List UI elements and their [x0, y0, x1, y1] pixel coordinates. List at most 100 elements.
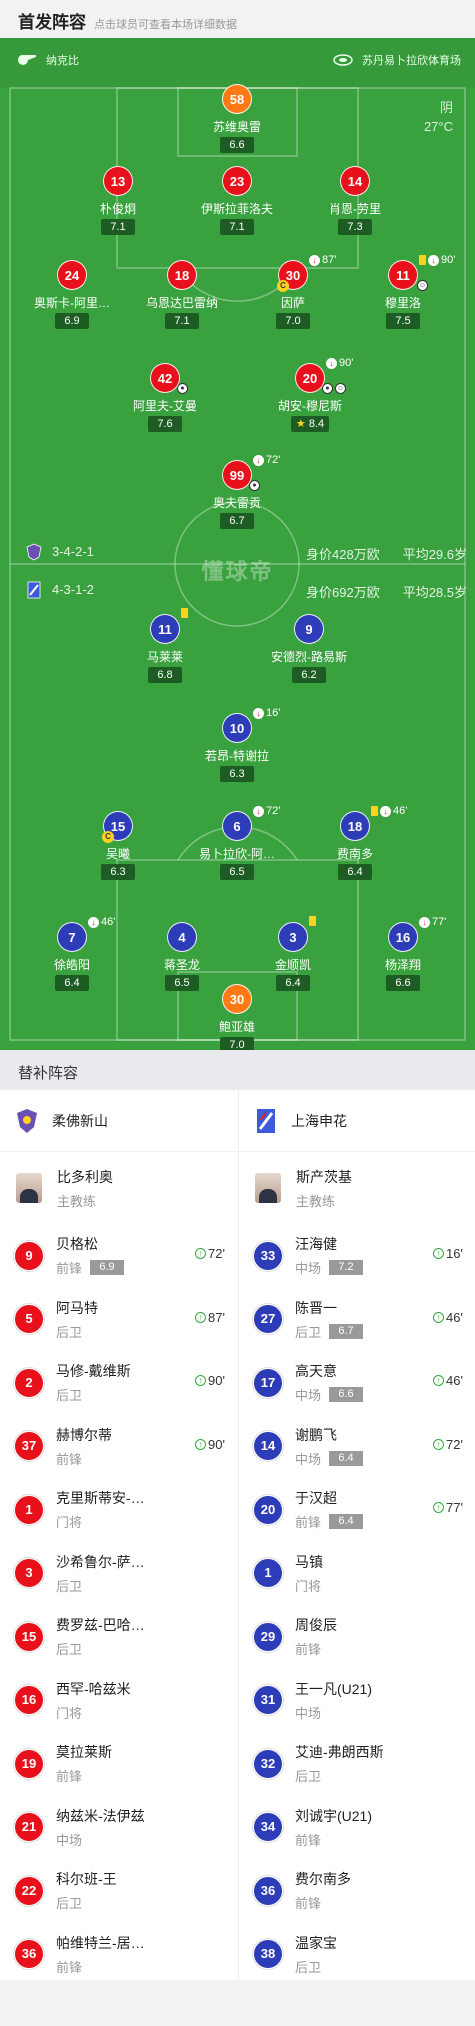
- sub-player-row[interactable]: 14 谢鹏飞 中场 6.4 ↑ 72': [239, 1415, 475, 1479]
- sub-player-number: 21: [14, 1812, 44, 1843]
- sub-in-minute: 72': [208, 1246, 225, 1261]
- sub-player-row[interactable]: 15 费罗兹-巴哈… 后卫: [0, 1605, 237, 1669]
- sub-player-position: 后卫: [295, 1324, 322, 1340]
- rating-value: 7.1: [174, 315, 190, 327]
- player-event: ↓ 90': [419, 254, 455, 266]
- stadium-icon: [333, 54, 353, 66]
- event-minute: 87': [322, 254, 337, 266]
- sub-player-row[interactable]: 37 赫博尔蒂 前锋 ↑ 90': [0, 1415, 237, 1479]
- sub-player-rating: 7.2: [329, 1260, 364, 1276]
- away-subs-team[interactable]: 上海申花: [239, 1090, 475, 1152]
- away-player[interactable]: 4 蒋圣龙 6.5: [122, 922, 242, 991]
- sub-player-row[interactable]: 1 克里斯蒂安-… 门将: [0, 1478, 237, 1542]
- sub-player-row[interactable]: 29 周俊辰 前锋: [239, 1605, 475, 1669]
- sub-player-row[interactable]: 2 马修-戴维斯 后卫 ↑ 90': [0, 1351, 237, 1415]
- sub-in-minute: 46': [446, 1373, 463, 1388]
- sub-player-row[interactable]: 3 沙希鲁尔-萨… 后卫: [0, 1542, 237, 1606]
- player-name: 易卜拉欣-阿…: [199, 847, 275, 861]
- event-minute: 46': [393, 805, 408, 817]
- home-coach[interactable]: 比多利奥 主教练: [0, 1152, 237, 1224]
- sub-player-number: 27: [253, 1304, 283, 1335]
- away-player[interactable]: 16 ↓ 77' 杨泽翔 6.6: [343, 916, 463, 991]
- sub-player-name: 贝格松: [56, 1236, 98, 1253]
- home-subs-column: 柔佛新山 比多利奥 主教练 9 贝格松 前锋 6.9 ↑ 72' 5 阿马特 后卫 ↑ 87' 2 马修…: [0, 1090, 237, 1986]
- sub-player-position: 中场: [295, 1388, 322, 1404]
- away-player[interactable]: 3 金顺凯 6.4: [233, 916, 353, 991]
- home-player[interactable]: 18 乌恩达巴雷纳 7.1: [122, 260, 242, 329]
- home-player[interactable]: 99 ● ↓ 72' 奥夫雷贡 6.7: [177, 454, 297, 529]
- subs-title: 替补阵容: [0, 1050, 475, 1090]
- player-name: 安德烈-路易斯: [271, 650, 347, 664]
- sub-in-minute: 90': [208, 1436, 225, 1452]
- sub-player-row[interactable]: 36 费尔南多 前锋: [239, 1859, 475, 1923]
- home-player[interactable]: 58 苏维奥雷 6.6: [177, 84, 297, 153]
- player-event: ↓ 77': [419, 916, 446, 928]
- sub-player-row[interactable]: 27 陈晋一 后卫 6.7 ↑ 46': [239, 1288, 475, 1352]
- sub-player-row[interactable]: 38 温家宝 后卫: [239, 1923, 475, 1987]
- sub-player-rating: 6.9: [90, 1260, 125, 1276]
- sub-player-row[interactable]: 33 汪海健 中场 7.2 ↑ 16': [239, 1224, 475, 1288]
- sub-player-row[interactable]: 20 于汉超 前锋 6.4 ↑ 77': [239, 1478, 475, 1542]
- goal-ball-icon: ●: [177, 383, 188, 394]
- home-player[interactable]: 14 肖恩-劳里 7.3: [295, 166, 415, 235]
- substitution-in-icon: ↑: [433, 1502, 445, 1513]
- away-player[interactable]: 6 ↓ 72' 易卜拉欣-阿… 6.5: [177, 805, 297, 880]
- home-player[interactable]: 23 伊斯拉菲洛夫 7.1: [177, 166, 297, 235]
- sub-player-position: 前锋: [295, 1832, 322, 1848]
- sub-player-row[interactable]: 16 西罕-哈兹米 门将: [0, 1669, 237, 1733]
- player-name: 若昂-特谢拉: [205, 749, 269, 763]
- sub-player-position: 前锋: [56, 1959, 83, 1975]
- player-number: 13: [103, 166, 133, 196]
- sub-player-row[interactable]: 34 刘诚宇(U21) 前锋: [239, 1796, 475, 1860]
- away-player[interactable]: 30 鲍亚雄 7.0: [177, 984, 297, 1050]
- home-player[interactable]: 20 ● ☺ ↓ 90' 胡安-穆尼斯 ★ 8.4: [250, 357, 370, 432]
- home-player[interactable]: 24 奥斯卡-阿里… 6.9: [12, 260, 132, 329]
- yellow-card-icon: [419, 255, 426, 265]
- player-name: 阿里夫-艾曼: [133, 399, 197, 413]
- player-number: 30: [222, 984, 252, 1014]
- sub-player-row[interactable]: 17 高天意 中场 6.6 ↑ 46': [239, 1351, 475, 1415]
- player-rating: 6.6: [220, 137, 254, 153]
- coach-avatar: [16, 1173, 42, 1203]
- player-number: 16: [388, 922, 418, 952]
- whistle-icon: [17, 54, 36, 65]
- home-player[interactable]: 30 C ↓ 87' 因萨 7.0: [233, 254, 353, 329]
- sub-player-number: 17: [253, 1367, 283, 1398]
- player-event: ↓ 46': [371, 805, 407, 817]
- sub-player-position: 门将: [56, 1515, 83, 1531]
- sub-player-row[interactable]: 32 艾迪-弗朗西斯 后卫: [239, 1732, 475, 1796]
- player-number: 14: [340, 166, 370, 196]
- home-player[interactable]: 13 朴俊炯 7.1: [58, 166, 178, 235]
- player-number: 18: [167, 260, 197, 290]
- away-player[interactable]: 7 ↓ 46' 徐皓阳 6.4: [12, 916, 132, 991]
- player-rating: 6.5: [220, 864, 254, 880]
- sub-player-row[interactable]: 31 王一凡(U21) 中场: [239, 1669, 475, 1733]
- sub-player-row[interactable]: 22 科尔班-王 后卫: [0, 1859, 237, 1923]
- yellow-card-icon: [309, 916, 316, 926]
- away-player[interactable]: 11 马莱莱 6.8: [105, 608, 225, 683]
- sub-player-row[interactable]: 19 莫拉莱斯 前锋: [0, 1732, 237, 1796]
- away-player[interactable]: 15 C 吴曦 6.3: [58, 811, 178, 880]
- home-player[interactable]: 11 ☺ ↓ 90' 穆里洛 7.5: [343, 254, 463, 329]
- sub-player-name: 刘诚宇(U21): [295, 1807, 373, 1824]
- player-name: 金顺凯: [274, 958, 311, 972]
- event-minute: 72': [266, 805, 281, 817]
- sub-player-row[interactable]: 9 贝格松 前锋 6.9 ↑ 72': [0, 1224, 237, 1288]
- substitutes-panel: 柔佛新山 比多利奥 主教练 9 贝格松 前锋 6.9 ↑ 72' 5 阿马特 后卫 ↑ 87' 2 马修…: [0, 1090, 475, 1980]
- away-player[interactable]: 18 ↓ 46' 费南多 6.4: [295, 805, 415, 880]
- home-team-summary: 3-4-2-1 身价428万欧 平均29.6岁: [0, 541, 475, 563]
- event-minute: 72': [266, 454, 281, 466]
- away-player[interactable]: 9 安德烈-路易斯 6.2: [249, 614, 369, 683]
- sub-player-row[interactable]: 5 阿马特 后卫 ↑ 87': [0, 1288, 237, 1352]
- sub-player-name: 帕维特兰-居…: [56, 1934, 145, 1951]
- away-player[interactable]: 10 ↓ 16' 若昂-特谢拉 6.3: [177, 707, 297, 782]
- sub-player-row[interactable]: 1 马镇 门将: [239, 1542, 475, 1606]
- sub-player-row[interactable]: 36 帕维特兰-居… 前锋: [0, 1923, 237, 1987]
- home-subs-team[interactable]: 柔佛新山: [0, 1090, 237, 1152]
- away-coach[interactable]: 斯产茨基 主教练: [239, 1152, 475, 1224]
- sub-player-row[interactable]: 21 纳兹米-法伊兹 中场: [0, 1796, 237, 1860]
- home-player[interactable]: 42 ● 阿里夫-艾曼 7.6: [105, 363, 225, 432]
- sub-player-number: 31: [253, 1685, 283, 1716]
- goal-ball-icon: ●: [322, 383, 333, 394]
- sub-player-position: 前锋: [56, 1261, 83, 1277]
